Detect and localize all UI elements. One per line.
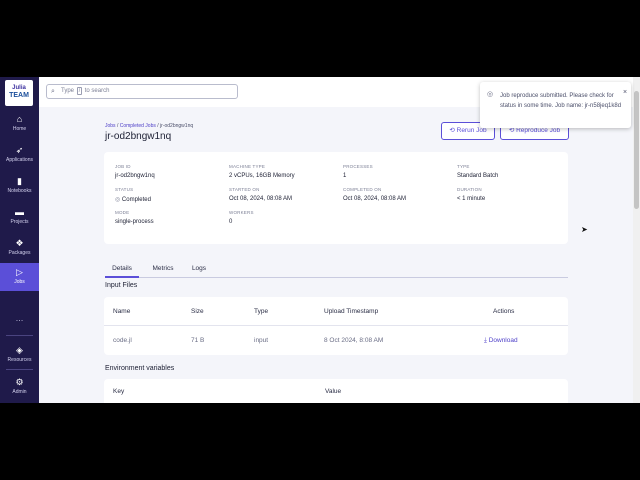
machine-type-value: 2 vCPUs, 16GB Memory [229,173,295,179]
status-value: Completed [121,197,151,203]
toast-message: Job reproduce submitted. Please check fo… [500,93,622,109]
toast-notification: ◎ Job reproduce submitted. Please check … [480,82,631,128]
logo-text-top: Julia [12,85,26,91]
play-icon: ▷ [16,267,23,277]
tab-logs[interactable]: Logs [187,263,211,276]
sidebar-divider [6,335,33,336]
column-header-size: Size [191,308,204,315]
download-icon: ⤓ [484,337,487,344]
sidebar-item-resources[interactable]: ◈ Resources [0,341,39,369]
sidebar-item-label: Notebooks [7,188,32,194]
success-check-icon: ◎ [487,91,494,98]
breadcrumb-jobs[interactable]: Jobs [105,123,116,129]
more-menu-button[interactable]: … [0,314,39,323]
job-id-value: jr-od2bngw1nq [115,173,155,179]
sidebar-item-label: Jobs [14,279,25,285]
status-badge: ◎ Completed [115,196,151,203]
logo-text-bottom: TEAM [9,92,29,99]
type-value: Standard Batch [457,173,499,179]
file-type: input [254,337,269,344]
completed-on-label: COMPLETED ON [343,187,382,192]
search-shortcut-key: / [76,87,83,95]
packages-icon: ❖ [15,238,24,248]
close-icon[interactable]: × [623,89,627,96]
search-input[interactable]: ⌕ Type / to search [46,84,238,99]
app-window: Julia TEAM ⌂ Home ➶ Applications ▮ Noteb… [0,77,640,403]
completed-on-value: Oct 08, 2024, 08:08 AM [343,196,407,202]
breadcrumb-completed-jobs[interactable]: Completed Jobs [120,123,156,129]
processes-value: 1 [343,173,347,179]
page-scrollbar[interactable] [633,77,640,403]
sidebar-item-home[interactable]: ⌂ Home [0,110,39,138]
breadcrumb-current: jr-od2bngw1nq [160,123,194,129]
column-header-name: Name [113,308,131,315]
input-files-table: Name Size Type Upload Timestamp Actions … [104,297,568,355]
search-icon: ⌕ [51,88,55,95]
sidebar-item-applications[interactable]: ➶ Applications [0,141,39,169]
sidebar-item-label: Applications [6,157,33,163]
sidebar-item-jobs[interactable]: ▷ Jobs [0,263,39,291]
file-name: code.jl [113,337,132,344]
sidebar-item-label: Resources [7,357,32,363]
sidebar-item-admin[interactable]: ⚙ Admin [0,373,39,401]
column-header-key: Key [113,388,125,395]
breadcrumb: Jobs / Completed Jobs / jr-od2bngw1nq [105,123,193,129]
folder-icon: ▬ [15,207,24,217]
sidebar-item-label: Projects [10,219,29,225]
rocket-icon: ➶ [15,145,24,155]
column-header-value: Value [325,388,342,395]
search-placeholder-prefix: Type [61,88,75,94]
search-placeholder-suffix: to search [84,88,110,94]
sidebar-item-notebooks[interactable]: ▮ Notebooks [0,172,39,200]
column-header-actions: Actions [493,308,515,315]
environment-variables-heading: Environment variables [105,365,175,372]
notebook-icon: ▮ [17,176,22,186]
type-label: TYPE [457,164,470,169]
status-label: STATUS [115,187,134,192]
home-icon: ⌂ [16,114,23,124]
tab-metrics[interactable]: Metrics [145,263,181,276]
sidebar-item-label: Admin [12,389,27,395]
environment-variables-table: Key Value [104,379,568,403]
sidebar-divider [6,369,33,370]
download-button[interactable]: ⤓ Download [484,337,518,345]
tab-details[interactable]: Details [105,263,139,278]
scrollbar-thumb[interactable] [634,91,639,209]
file-upload-timestamp: 8 Oct 2024, 8:08 AM [324,337,384,344]
workers-value: 0 [229,219,233,225]
processes-label: PROCESSES [343,164,373,169]
machine-type-label: MACHINE TYPE [229,164,266,169]
resources-icon: ◈ [16,345,23,355]
breadcrumb-separator: / [157,123,159,129]
breadcrumb-separator: / [116,123,119,129]
admin-icon: ⚙ [15,377,24,387]
table-divider [104,325,568,326]
column-header-upload-timestamp: Upload Timestamp [324,308,379,315]
sidebar-item-label: Home [12,126,27,132]
job-tabs: Details Metrics Logs [105,263,568,278]
app-logo[interactable]: Julia TEAM [5,80,33,106]
job-details-card: JOB ID jr-od2bngw1nq MACHINE TYPE 2 vCPU… [104,152,568,244]
started-on-value: Oct 08, 2024, 08:08 AM [229,196,293,202]
started-on-label: STARTED ON [229,187,260,192]
mode-label: MODE [115,210,130,215]
sidebar-item-packages[interactable]: ❖ Packages [0,234,39,262]
sidebar: Julia TEAM ⌂ Home ➶ Applications ▮ Noteb… [0,77,39,403]
download-label: Download [488,337,518,344]
column-header-type: Type [254,308,269,315]
mouse-cursor-icon: ➤ [581,225,588,234]
page-title: jr-od2bngw1nq [105,131,172,142]
check-circle-icon: ◎ [115,197,121,203]
workers-label: WORKERS [229,210,254,215]
mode-value: single-process [115,219,154,225]
sidebar-item-projects[interactable]: ▬ Projects [0,203,39,231]
duration-label: DURATION [457,187,482,192]
input-files-heading: Input Files [105,282,138,289]
duration-value: < 1 minute [457,196,486,202]
sidebar-item-label: Packages [8,250,31,256]
file-size: 71 B [191,337,205,344]
job-id-label: JOB ID [115,164,131,169]
